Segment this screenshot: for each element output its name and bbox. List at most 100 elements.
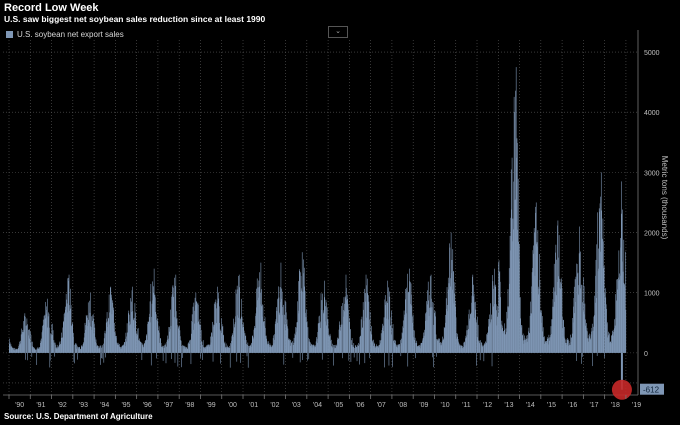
x-tick-label: '07	[377, 402, 386, 409]
data-bar	[407, 352, 409, 367]
x-tick-label: '08	[398, 402, 407, 409]
data-bar	[475, 322, 477, 353]
data-bar	[236, 352, 238, 362]
data-bar	[483, 346, 484, 353]
data-bar	[31, 341, 32, 353]
data-bar	[321, 300, 323, 353]
data-bar	[105, 352, 106, 358]
data-bar	[604, 352, 605, 359]
data-bar	[54, 352, 56, 357]
data-bar	[369, 319, 370, 353]
data-bar	[356, 352, 358, 362]
x-tick-label: '94	[100, 402, 109, 409]
data-bar	[582, 352, 583, 357]
data-bar	[350, 328, 351, 353]
x-tick-label: '12	[483, 402, 492, 409]
data-bar	[306, 321, 308, 353]
x-tick-label: '98	[185, 402, 194, 409]
data-bar	[348, 352, 350, 361]
data-bar	[180, 340, 182, 353]
data-bar	[301, 252, 303, 353]
data-bar	[596, 244, 598, 353]
data-bar	[101, 347, 103, 353]
x-tick-label: '01	[249, 402, 258, 409]
data-bar	[592, 352, 593, 367]
data-bar	[239, 319, 241, 353]
x-tick-label: '90	[15, 402, 24, 409]
data-bar	[171, 352, 172, 360]
data-bar	[308, 352, 310, 360]
data-bar	[170, 325, 172, 353]
data-bar	[190, 339, 191, 353]
data-bar	[302, 352, 303, 360]
data-bar	[299, 352, 301, 363]
data-bar	[31, 352, 33, 357]
chart: -612 0 1000 2000 3000 4000 5000 Metric tons (th…	[3, 30, 669, 409]
data-bar	[358, 344, 360, 353]
data-bar	[283, 304, 284, 353]
data-bar	[100, 345, 102, 353]
x-tick-label: '91	[36, 402, 45, 409]
data-bar	[54, 342, 55, 353]
x-tick-label: '19	[632, 402, 641, 409]
x-tick-label: '13	[504, 402, 513, 409]
data-bar	[435, 334, 437, 353]
data-bar	[384, 352, 385, 368]
x-tick-label: '15	[547, 402, 556, 409]
data-bar	[36, 352, 38, 365]
x-tick-label: '03	[292, 402, 301, 409]
data-bar	[104, 330, 106, 353]
data-bar	[400, 340, 401, 353]
data-bar	[356, 346, 357, 353]
data-bar	[246, 352, 248, 357]
data-bar	[26, 318, 28, 353]
y-tick-label: 3000	[644, 170, 660, 177]
data-bar	[202, 352, 203, 360]
data-bar	[36, 349, 37, 353]
x-tick-label: '99	[207, 402, 216, 409]
data-bar	[155, 314, 157, 353]
x-tick-label: '06	[355, 402, 364, 409]
data-bar	[100, 352, 101, 365]
x-tick-label: '04	[313, 402, 322, 409]
data-bar	[212, 321, 213, 353]
data-bar	[177, 325, 178, 353]
x-tick-label: '09	[419, 402, 428, 409]
source-note: Source: U.S. Department of Agriculture	[4, 412, 153, 421]
data-bar	[581, 285, 583, 353]
data-bar	[332, 346, 334, 353]
data-bar	[182, 352, 183, 358]
data-bar	[162, 352, 164, 361]
x-tick-label: '00	[228, 402, 237, 409]
data-bar	[596, 352, 598, 356]
data-bar	[575, 276, 577, 353]
data-bar	[247, 342, 249, 353]
highlight-circle	[611, 379, 632, 400]
data-bar	[174, 352, 176, 363]
data-bar	[491, 314, 492, 353]
y-tick-label: 0	[644, 351, 648, 358]
x-tick-label: '10	[441, 402, 450, 409]
data-bar	[364, 288, 365, 353]
data-bar	[364, 352, 366, 364]
x-tick-label: '02	[270, 402, 279, 409]
data-bar	[200, 352, 201, 358]
x-tick-label: '92	[58, 402, 67, 409]
data-bar	[432, 302, 434, 353]
x-tick-label: '96	[143, 402, 152, 409]
data-bar	[348, 309, 349, 353]
data-bar	[341, 324, 343, 353]
data-bar	[603, 265, 605, 353]
data-bar	[407, 273, 408, 353]
data-bar	[141, 342, 142, 353]
data-bar	[625, 309, 627, 353]
data-bar	[181, 352, 182, 368]
data-bar	[415, 352, 416, 359]
data-bar	[431, 307, 433, 353]
data-bar	[432, 352, 433, 358]
data-bar	[359, 352, 360, 365]
data-bar	[220, 352, 221, 364]
x-tick-label: '16	[568, 402, 577, 409]
data-bar	[103, 343, 104, 353]
data-bar	[101, 352, 102, 359]
